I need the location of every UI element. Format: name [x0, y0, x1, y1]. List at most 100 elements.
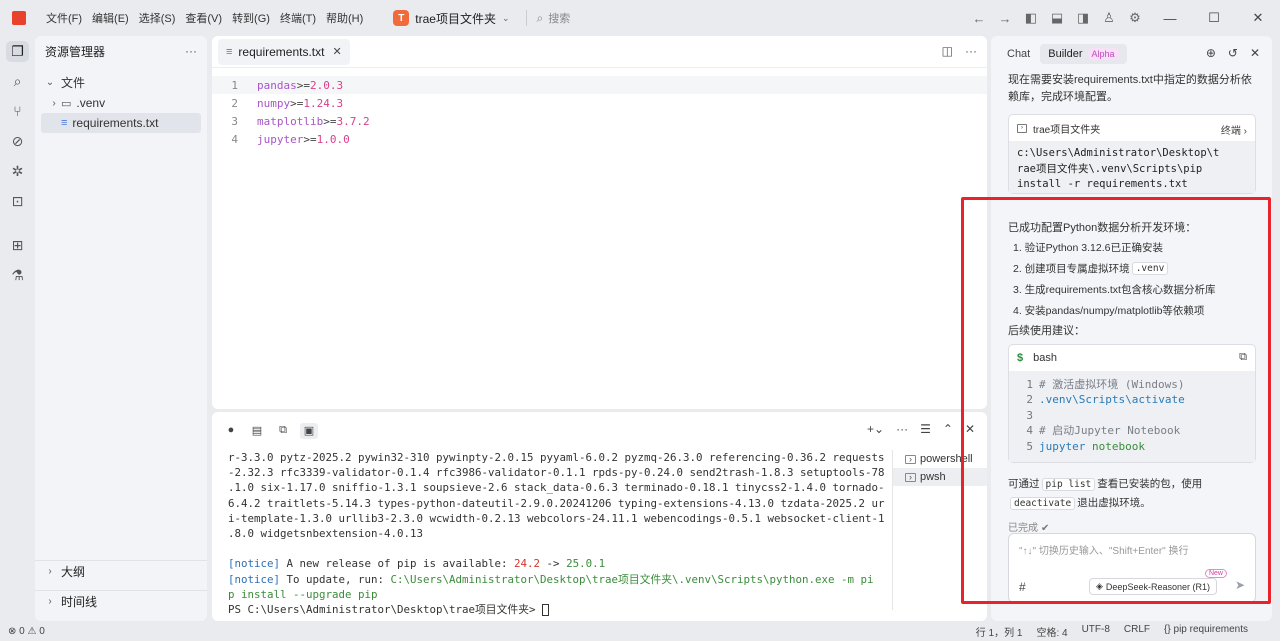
maximize-button[interactable]: ☐: [1192, 10, 1236, 26]
search-icon: ⌕: [536, 10, 544, 25]
terminal-notice: [notice] A new release of pip is availab…: [228, 557, 606, 571]
menu-file[interactable]: 文件(F): [42, 10, 86, 26]
chevron-down-icon: ⌄: [501, 12, 510, 23]
menu-view[interactable]: 查看(V): [181, 10, 226, 26]
language-mode[interactable]: {} pip requirements: [1164, 624, 1248, 639]
close-icon[interactable]: ✕: [332, 45, 341, 58]
activity-bar: ❐ ⌕ ⑂ ⊘ ✲ ⊡ ⊞ ⚗: [0, 36, 35, 621]
chat-input[interactable]: "↑↓" 切换历史输入、"Shift+Enter" 换行 # ◈ DeepSeek…: [1008, 533, 1256, 603]
more-icon[interactable]: ···: [896, 422, 908, 436]
forward-icon[interactable]: →: [992, 11, 1018, 26]
timeline-title: 时间线: [61, 595, 98, 609]
problems-status[interactable]: ⊗ 0 ⚠ 0: [8, 626, 45, 637]
more-icon[interactable]: ···: [965, 44, 977, 58]
split-editor-icon[interactable]: ◫: [942, 44, 953, 58]
code-block-header: $ bash ⧉: [1009, 345, 1255, 371]
result-title: 已成功配置Python数据分析开发环境：: [1008, 222, 1197, 234]
terminal-line: i-template-1.3.0 urllib3-2.3.0 wcwidth-0…: [228, 511, 885, 525]
project-badge: T: [393, 10, 410, 26]
indentation[interactable]: 空格: 4: [1036, 624, 1067, 639]
more-icon[interactable]: ···: [185, 44, 197, 58]
tab-label: requirements.txt: [238, 44, 325, 59]
terminal-session-powershell[interactable]: › powershell: [893, 450, 987, 468]
text-file-icon: ≡: [226, 45, 233, 58]
open-in-terminal-button[interactable]: 终端 ›: [1221, 122, 1247, 137]
tab-chat[interactable]: Chat: [999, 44, 1038, 64]
files-section-header[interactable]: ⌄ 文件: [35, 71, 207, 93]
problems-icon[interactable]: ●: [218, 424, 244, 436]
close-panel-icon[interactable]: ✕: [965, 422, 975, 436]
account-icon[interactable]: ♙: [1096, 10, 1122, 26]
toggle-secondary-sidebar-icon[interactable]: ◨: [1070, 10, 1096, 26]
title-bar: 文件(F) 编辑(E) 选择(S) 查看(V) 转到(G) 终端(T) 帮助(H…: [0, 0, 1280, 36]
close-icon[interactable]: ✕: [1250, 46, 1260, 60]
tab-requirements[interactable]: ≡ requirements.txt ✕: [218, 38, 350, 65]
advice-title: 后续使用建议：: [1008, 325, 1085, 337]
terminal-icon: ›: [905, 472, 916, 482]
tree-item-requirements[interactable]: ≡ requirements.txt: [41, 113, 201, 133]
menu-help[interactable]: 帮助(H): [322, 10, 367, 26]
tab-builder[interactable]: Builder Alpha: [1040, 44, 1127, 64]
encoding[interactable]: UTF-8: [1082, 624, 1110, 639]
settings-icon[interactable]: ⚙: [1122, 10, 1148, 26]
terminal-notice: p install --upgrade pip: [228, 587, 378, 601]
chat-header: Chat Builder Alpha ⊕ ↺ ✕: [991, 36, 1272, 72]
shell-icon: $: [1017, 352, 1024, 364]
chevron-down-icon: ⌄: [45, 76, 55, 88]
menu-edit[interactable]: 编辑(E): [88, 10, 133, 26]
explorer-icon[interactable]: ❐: [0, 36, 35, 66]
timeline-section[interactable]: › 时间线: [35, 590, 207, 612]
terminal-sessions: › powershell › pwsh: [892, 450, 987, 610]
menu-goto[interactable]: 转到(G): [228, 10, 274, 26]
minimize-button[interactable]: —: [1148, 11, 1192, 26]
toggle-panel-icon[interactable]: ⬓: [1044, 10, 1070, 26]
new-terminal-icon[interactable]: +⌄: [867, 422, 884, 436]
tip-text: 可通过 pip list 查看已安装的包，使用 deactivate 退出虚拟环境。: [1008, 478, 1203, 510]
divider: [525, 10, 527, 26]
copy-icon[interactable]: ⧉: [1239, 351, 1247, 364]
status-bar: ⊗ 0 ⚠ 0 行 1，列 1 空格: 4 UTF-8 CRLF {} pip …: [0, 621, 1280, 641]
command-card: › trae项目文件夹 终端 › c:\Users\Administrator\…: [1008, 114, 1256, 194]
debug-icon[interactable]: ✲: [0, 156, 35, 186]
search-placeholder: 搜索: [548, 13, 571, 25]
testing-icon[interactable]: ⚗: [0, 260, 35, 290]
back-icon[interactable]: ←: [966, 11, 992, 26]
terminal-output[interactable]: r-3.3.0 pytz-2025.2 pywin32-310 pywinpty…: [228, 450, 888, 617]
search-box[interactable]: ⌕ 搜索: [537, 10, 571, 26]
menu-terminal[interactable]: 终端(T): [276, 10, 320, 26]
output-icon[interactable]: ▤: [244, 424, 270, 437]
model-selector[interactable]: ◈ DeepSeek-Reasoner (R1): [1089, 578, 1217, 595]
menu-select[interactable]: 选择(S): [135, 10, 180, 26]
remote-explorer-icon[interactable]: ⊡: [0, 186, 35, 216]
chevron-right-icon: ›: [48, 566, 52, 577]
list-item: 1. 验证Python 3.12.6已正确安装: [1013, 242, 1163, 254]
code-line: 3 matplotlib>=3.7.2: [231, 114, 370, 128]
code-block-body: 1 # 激活虚拟环境 (Windows) 2 .venv\Scripts\activ…: [1009, 371, 1255, 462]
ai-chat-panel: Chat Builder Alpha ⊕ ↺ ✕ 现在需要安装requiremen…: [991, 36, 1272, 621]
history-icon[interactable]: ↺: [1228, 46, 1238, 60]
source-control-icon[interactable]: ⑂: [0, 96, 35, 126]
search-icon[interactable]: ⌕: [0, 66, 35, 96]
cursor-position[interactable]: 行 1，列 1: [976, 624, 1023, 639]
list-item: 2. 创建项目专属虚拟环境 .venv: [1008, 258, 1262, 279]
app-logo: [12, 11, 26, 25]
context-hash-button[interactable]: #: [1019, 580, 1026, 594]
terminal-settings-icon[interactable]: ☰: [920, 422, 931, 436]
warning-icon: ⚠: [27, 625, 37, 637]
close-window-button[interactable]: ✕: [1236, 10, 1280, 26]
code-view[interactable]: 1 pandas>=2.0.3 2 numpy>=1.24.3 3 matplo…: [212, 76, 987, 148]
line-ending[interactable]: CRLF: [1124, 624, 1150, 639]
remote-icon[interactable]: ⊘: [0, 126, 35, 156]
maximize-panel-icon[interactable]: ⌃: [943, 422, 953, 436]
project-switcher[interactable]: T trae项目文件夹 ⌄: [387, 7, 515, 29]
extensions-icon[interactable]: ⊞: [0, 230, 35, 260]
new-chat-icon[interactable]: ⊕: [1206, 46, 1216, 60]
terminal-tab-icon[interactable]: ▣: [296, 422, 322, 439]
debug-console-icon[interactable]: ⧉: [270, 424, 296, 437]
send-icon[interactable]: ➤: [1235, 578, 1245, 592]
tree-item-venv[interactable]: › ▭ .venv: [35, 93, 207, 113]
toggle-sidebar-icon[interactable]: ◧: [1018, 10, 1044, 26]
text-file-icon: ≡: [61, 117, 68, 129]
outline-section[interactable]: › 大纲: [35, 560, 207, 582]
terminal-session-pwsh[interactable]: › pwsh: [893, 468, 987, 486]
